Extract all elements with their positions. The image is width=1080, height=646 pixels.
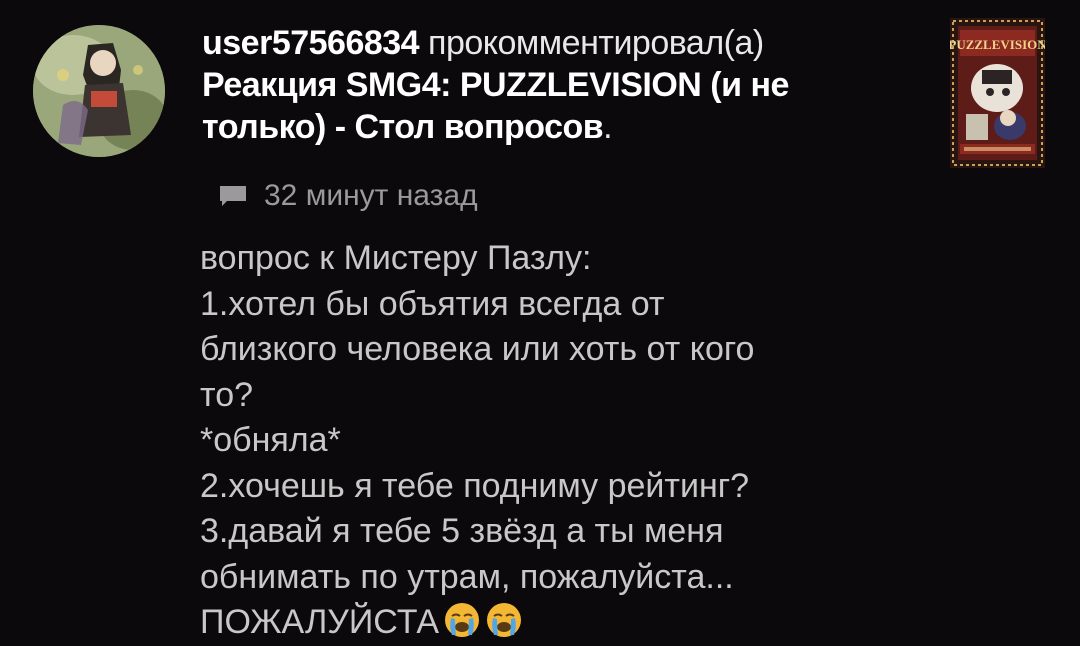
comment-line: 1.хотел бы объятия всегда от <box>200 284 665 323</box>
comment-text: вопрос к Мистеру Пазлу: 1.хотел бы объят… <box>200 236 920 646</box>
user-avatar[interactable] <box>33 25 165 157</box>
thumbnail-image: PUZZLEVISION <box>950 18 1045 168</box>
comment-line-text: ПОЖАЛУЙСТА <box>200 603 440 641</box>
time-ago: 32 минут назад <box>264 179 478 212</box>
comment-line: *обняла* <box>200 421 341 459</box>
action-text: прокомментировал(а) <box>419 24 764 62</box>
crying-face-icon <box>443 601 481 639</box>
crying-face-icon <box>485 601 523 639</box>
comment-line: обнимать по утрам, пожалуйста... <box>200 557 734 596</box>
video-thumbnail[interactable]: PUZZLEVISION <box>950 18 1045 168</box>
comment-line: 3.давай я тебе 5 звёзд а ты меня <box>200 512 724 550</box>
comment-notification[interactable]: user57566834 прокомментировал(а) Реакция… <box>0 0 1080 646</box>
thumbnail-title: PUZZLEVISION <box>950 37 1045 52</box>
notification-header: user57566834 прокомментировал(а) Реакция… <box>202 22 902 148</box>
comment-line: близкого человека или хоть от кого <box>200 330 755 368</box>
comment-last-line: ПОЖАЛУЙСТА <box>200 600 920 646</box>
title-end: . <box>603 108 613 146</box>
comment-line: 2.хочешь я тебе подниму рейтинг? <box>200 466 750 505</box>
avatar-image <box>33 25 165 157</box>
video-title-link[interactable]: Реакция SMG4: PUZZLEVISION (и не только)… <box>202 66 789 146</box>
comment-icon <box>218 184 248 208</box>
comment-line: вопрос к Мистеру Пазлу: <box>200 239 592 277</box>
comment-line: то? <box>200 375 254 414</box>
notification-meta: 32 минут назад <box>218 176 478 216</box>
username-link[interactable]: user57566834 <box>202 24 420 62</box>
